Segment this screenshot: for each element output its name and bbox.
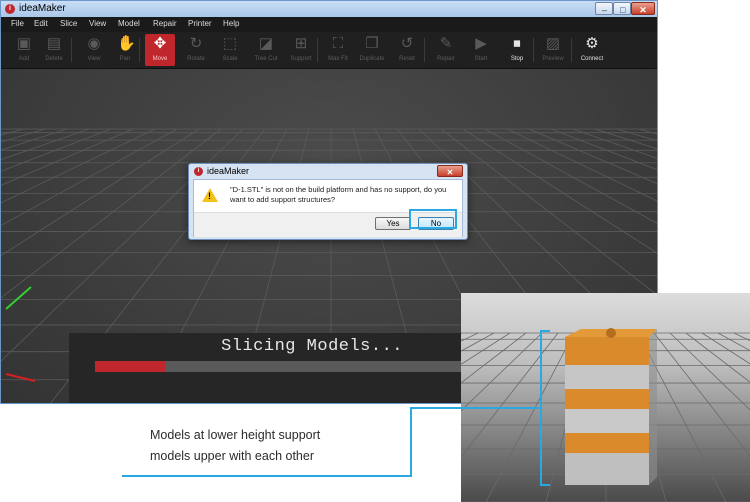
menu-bar: File Edit Slice View Model Repair Printe… <box>1 17 657 32</box>
add-icon: ▣ <box>16 35 32 52</box>
menu-repair[interactable]: Repair <box>153 19 177 28</box>
menu-file[interactable]: File <box>11 19 24 28</box>
caption-line-1: Models at lower height support <box>150 428 321 442</box>
dialog-message: "D-1.STL" is not on the build platform a… <box>230 185 447 204</box>
play-icon: ▶ <box>475 35 487 52</box>
slicing-progress-fill <box>95 361 165 372</box>
move-icon: ✥ <box>153 35 167 52</box>
delete-icon: ▤ <box>46 35 62 52</box>
yes-button[interactable]: Yes <box>375 217 411 230</box>
toolbar-label: Connect <box>580 56 604 62</box>
toolbar-start-button[interactable]: ▶ Start <box>466 34 496 66</box>
reset-icon: ↺ <box>400 35 414 52</box>
minimize-button[interactable]: – <box>595 2 613 15</box>
toolbar-pan-button[interactable]: ✋ Pan <box>110 34 140 66</box>
toolbar-separator <box>139 38 140 62</box>
toolbar-move-button[interactable]: ✥ Move <box>145 34 175 66</box>
menu-view[interactable]: View <box>89 19 106 28</box>
menu-help[interactable]: Help <box>223 19 239 28</box>
toolbar-separator <box>317 38 318 62</box>
toolbar-label: Preview <box>542 56 564 62</box>
caption-line-2: models upper with each other <box>150 449 314 463</box>
eye-icon: ◉ <box>87 35 101 52</box>
toolbar-preview-button[interactable]: ▨ Preview <box>538 34 568 66</box>
stop-icon: ⏹ <box>513 35 521 52</box>
window-title: ideaMaker <box>19 3 66 14</box>
preview-icon: ▨ <box>545 35 561 52</box>
toolbar-label: Reset <box>399 56 415 62</box>
maximize-button[interactable]: □ <box>613 2 631 15</box>
dialog-title-bar[interactable]: i ideaMaker ✕ <box>189 164 467 179</box>
toolbar-separator <box>71 38 72 62</box>
rotate-icon: ↻ <box>189 35 203 52</box>
toolbar-delete-button[interactable]: ▤ Delete <box>39 34 69 66</box>
dialog-title: ideaMaker <box>207 166 250 176</box>
toolbar-reset-button[interactable]: ↺ Reset <box>392 34 422 66</box>
no-button-highlight <box>409 209 457 229</box>
hand-icon: ✋ <box>117 35 136 52</box>
duplicate-icon: ❐ <box>365 35 379 52</box>
connect-icon: ⚙ <box>585 35 599 52</box>
toolbar-separator <box>533 38 534 62</box>
model-stack <box>565 328 657 485</box>
toolbar-label: Support <box>290 56 312 62</box>
slicing-progress-bar <box>95 361 461 372</box>
slicing-progress-panel: Slicing Models... <box>69 333 461 403</box>
menu-printer[interactable]: Printer <box>188 19 212 28</box>
menu-model[interactable]: Model <box>118 19 140 28</box>
toolbar-scale-button[interactable]: ⬚ Scale <box>215 34 245 66</box>
title-bar[interactable]: i ideaMaker – □ ✕ <box>1 1 657 17</box>
toolbar-max-fit-button[interactable]: ⛶ Max Fit <box>323 34 353 66</box>
menu-edit[interactable]: Edit <box>34 19 48 28</box>
models-bracket <box>540 330 550 486</box>
warning-icon: ! <box>202 188 218 202</box>
close-window-button[interactable]: ✕ <box>631 2 655 15</box>
menu-slice[interactable]: Slice <box>60 19 77 28</box>
toolbar-tree-cut-button[interactable]: ◪ Tree Cut <box>251 34 281 66</box>
toolbar-label: Delete <box>45 56 63 62</box>
caption-text: Models at lower height support models up… <box>150 425 400 467</box>
toolbar-separator <box>424 38 425 62</box>
support-icon: ⊞ <box>294 35 308 52</box>
slicing-status-text: Slicing Models... <box>221 337 403 356</box>
repair-icon: ✎ <box>439 35 453 52</box>
dialog-app-logo-icon: i <box>194 167 203 176</box>
toolbar-duplicate-button[interactable]: ❐ Duplicate <box>357 34 387 66</box>
scale-icon: ⬚ <box>222 35 238 52</box>
stacked-models-render <box>461 293 750 502</box>
toolbar-separator <box>571 38 572 62</box>
toolbar-stop-button[interactable]: ⏹ Stop <box>502 34 532 66</box>
stacked-models-illustration <box>461 293 750 502</box>
app-logo-icon: i <box>5 4 15 14</box>
dialog-close-button[interactable]: ✕ <box>437 165 463 177</box>
cut-icon: ◪ <box>258 35 274 52</box>
toolbar-support-button[interactable]: ⊞ Support <box>286 34 316 66</box>
max-fit-icon: ⛶ <box>332 35 344 52</box>
toolbar-repair-button[interactable]: ✎ Repair <box>431 34 461 66</box>
axis-y-line <box>5 286 32 310</box>
toolbar-rotate-button[interactable]: ↻ Rotate <box>181 34 211 66</box>
toolbar-connect-button[interactable]: ⚙ Connect <box>577 34 607 66</box>
toolbar: ▣ Add ▤ Delete ◉ View ✋ Pan ✥ Move ↻ Rotate ⬚ Scale ◪ T… <box>1 32 657 69</box>
